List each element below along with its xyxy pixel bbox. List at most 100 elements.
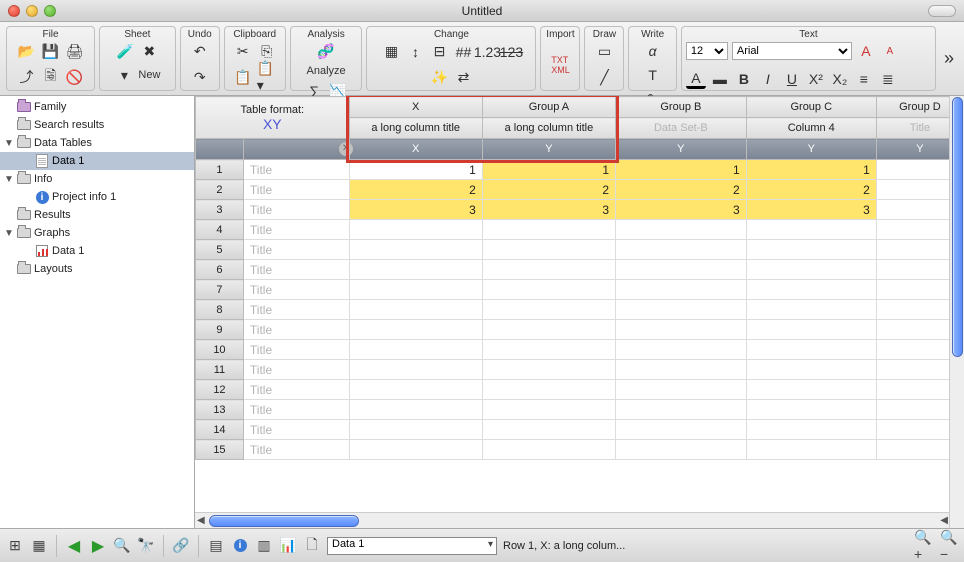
data-cell[interactable] bbox=[616, 300, 747, 320]
data-cell[interactable] bbox=[482, 320, 615, 340]
row-title-cell[interactable]: Title bbox=[243, 340, 349, 360]
data-cell[interactable] bbox=[349, 300, 482, 320]
draw-line-icon[interactable]: ╱ bbox=[594, 67, 614, 87]
italic-icon[interactable]: I bbox=[758, 69, 778, 89]
magic-icon[interactable]: ✨ bbox=[429, 67, 449, 87]
sheet-new-icon[interactable]: 🧪 bbox=[115, 41, 135, 61]
print-icon[interactable]: 🖨 bbox=[65, 42, 85, 62]
new-button[interactable]: New bbox=[138, 69, 160, 81]
data-cell[interactable]: 3 bbox=[616, 200, 747, 220]
hash-icon[interactable]: ## bbox=[453, 42, 473, 62]
data-table[interactable]: Table format:XYXGroup AGroup BGroup CGro… bbox=[195, 96, 964, 460]
row-title-cell[interactable]: Title bbox=[243, 220, 349, 240]
align-center-icon[interactable]: ≣ bbox=[878, 69, 898, 89]
sidebar-item-layouts[interactable]: Layouts bbox=[0, 260, 194, 278]
data-cell[interactable] bbox=[482, 360, 615, 380]
data-cell[interactable] bbox=[349, 320, 482, 340]
row-title-cell[interactable]: Title bbox=[243, 160, 349, 180]
copy-icon[interactable]: ⎘ bbox=[257, 42, 277, 62]
undo-icon[interactable]: ↶ bbox=[190, 42, 210, 62]
row-title-cell[interactable]: Title bbox=[243, 300, 349, 320]
data-cell[interactable] bbox=[349, 240, 482, 260]
sidebar-item-data-1[interactable]: Data 1 bbox=[0, 152, 194, 170]
data-cell[interactable] bbox=[616, 320, 747, 340]
sheet-delete-icon[interactable]: ✖ bbox=[139, 41, 159, 61]
row-title-cell[interactable]: Title bbox=[243, 360, 349, 380]
data-cell[interactable] bbox=[349, 260, 482, 280]
data-cell[interactable]: 2 bbox=[349, 180, 482, 200]
row-number[interactable]: 3 bbox=[196, 200, 244, 220]
view-tiles-icon[interactable]: ▦ bbox=[30, 537, 48, 555]
data-cell[interactable] bbox=[746, 360, 876, 380]
row-title-cell[interactable]: Title bbox=[243, 180, 349, 200]
results-icon[interactable]: ▥ bbox=[255, 537, 273, 555]
row-title-cell[interactable]: Title bbox=[243, 280, 349, 300]
row-number[interactable]: 10 bbox=[196, 340, 244, 360]
column-title-header[interactable]: Data Set-B bbox=[616, 118, 747, 139]
table-format-cell[interactable]: Table format:XY bbox=[196, 97, 350, 139]
paste-icon[interactable]: 📋 bbox=[233, 67, 253, 87]
grid-icon[interactable]: ▦ bbox=[381, 42, 401, 62]
data-cell[interactable]: 1 bbox=[482, 160, 615, 180]
align-left-icon[interactable]: ≡ bbox=[854, 69, 874, 89]
data-cell[interactable] bbox=[616, 360, 747, 380]
data-cell[interactable] bbox=[746, 220, 876, 240]
data-cell[interactable] bbox=[482, 400, 615, 420]
data-cell[interactable] bbox=[746, 240, 876, 260]
data-cell[interactable]: 1 bbox=[349, 160, 482, 180]
sidebar-item-project-info-1[interactable]: iProject info 1 bbox=[0, 188, 194, 206]
vertical-scrollbar[interactable] bbox=[949, 96, 964, 528]
data-cell[interactable]: 3 bbox=[482, 200, 615, 220]
exclude-icon[interactable]: 123 bbox=[501, 42, 521, 62]
data-cell[interactable] bbox=[482, 420, 615, 440]
data-cell[interactable] bbox=[482, 300, 615, 320]
disclosure-icon[interactable]: ▼ bbox=[4, 228, 16, 239]
data-cell[interactable] bbox=[746, 340, 876, 360]
data-cell[interactable] bbox=[616, 400, 747, 420]
remove-col-icon[interactable]: ⊟ bbox=[429, 42, 449, 62]
alpha-icon[interactable]: α bbox=[643, 41, 663, 61]
data-cell[interactable] bbox=[616, 440, 747, 460]
nav-next-icon[interactable]: ▶ bbox=[89, 537, 107, 555]
view-gallery-icon[interactable]: ⊞ bbox=[6, 537, 24, 555]
column-title-header[interactable]: Column 4 bbox=[746, 118, 876, 139]
preview-icon[interactable]: 🗟 bbox=[41, 67, 61, 87]
row-title-cell[interactable]: Title bbox=[243, 400, 349, 420]
font-bigger-icon[interactable]: A bbox=[856, 41, 876, 61]
sidebar-item-data-tables[interactable]: ▼Data Tables bbox=[0, 134, 194, 152]
font-name-select[interactable]: Arial bbox=[732, 42, 852, 60]
data-cell[interactable] bbox=[349, 380, 482, 400]
subscript-icon[interactable]: X₂ bbox=[830, 69, 850, 89]
zoom-out-icon[interactable]: 🔍− bbox=[940, 537, 958, 555]
row-number[interactable]: 12 bbox=[196, 380, 244, 400]
data-cell[interactable] bbox=[349, 360, 482, 380]
column-group-header[interactable]: X bbox=[349, 97, 482, 118]
graph-status-icon[interactable]: 📊 bbox=[279, 537, 297, 555]
data-cell[interactable] bbox=[616, 340, 747, 360]
data-cell[interactable] bbox=[482, 440, 615, 460]
row-number[interactable]: 7 bbox=[196, 280, 244, 300]
sidebar-item-info[interactable]: ▼Info bbox=[0, 170, 194, 188]
font-smaller-icon[interactable]: A bbox=[880, 41, 900, 61]
data-cell[interactable] bbox=[349, 420, 482, 440]
nav-prev-icon[interactable]: ◀ bbox=[65, 537, 83, 555]
data-cell[interactable] bbox=[482, 380, 615, 400]
sidebar-item-family[interactable]: Family bbox=[0, 98, 194, 116]
analyze-icon[interactable]: 🧬 bbox=[316, 41, 336, 61]
row-title-cell[interactable]: Title bbox=[243, 260, 349, 280]
data-cell[interactable]: 2 bbox=[746, 180, 876, 200]
layout-icon[interactable]: 🗋 bbox=[303, 537, 321, 555]
sidebar-item-graphs[interactable]: ▼Graphs bbox=[0, 224, 194, 242]
data-cell[interactable] bbox=[616, 220, 747, 240]
data-cell[interactable] bbox=[482, 240, 615, 260]
sheet-selector[interactable]: Data 1 bbox=[327, 537, 497, 555]
data-cell[interactable]: 2 bbox=[482, 180, 615, 200]
ribbon-overflow-icon[interactable]: » bbox=[938, 48, 960, 69]
data-cell[interactable] bbox=[349, 340, 482, 360]
open-icon[interactable]: 📂 bbox=[17, 42, 37, 62]
data-cell[interactable] bbox=[349, 220, 482, 240]
binoculars-icon[interactable]: 🔭 bbox=[137, 537, 155, 555]
data-cell[interactable] bbox=[746, 280, 876, 300]
row-title-cell[interactable]: Title bbox=[243, 420, 349, 440]
column-group-header[interactable]: Group C bbox=[746, 97, 876, 118]
